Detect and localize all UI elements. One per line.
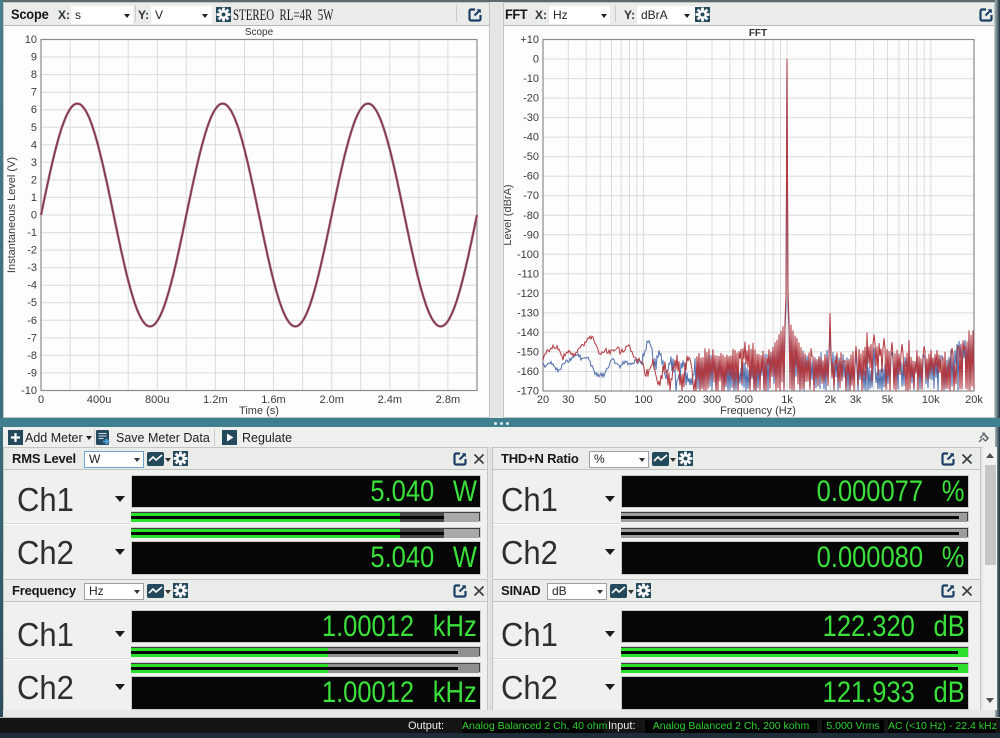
svg-text:-60: -60	[523, 171, 539, 183]
svg-text:-10: -10	[523, 73, 539, 85]
svg-text:-90: -90	[523, 229, 539, 241]
svg-text:0: 0	[38, 394, 44, 406]
svg-text:Instantaneous Level (V): Instantaneous Level (V)	[6, 157, 18, 273]
svg-text:-9: -9	[27, 367, 37, 379]
svg-text:6: 6	[31, 104, 37, 116]
svg-text:-40: -40	[523, 132, 539, 144]
svg-text:Level (dBrA): Level (dBrA)	[504, 184, 514, 245]
svg-text:3k: 3k	[850, 394, 862, 406]
svg-text:8: 8	[31, 69, 37, 81]
svg-text:30: 30	[562, 394, 574, 406]
svg-text:-5: -5	[27, 297, 37, 309]
svg-text:-1: -1	[27, 227, 37, 239]
svg-text:-4: -4	[27, 280, 37, 292]
svg-text:3: 3	[31, 157, 37, 169]
svg-text:-150: -150	[517, 346, 539, 358]
svg-text:2.8m: 2.8m	[436, 394, 460, 406]
svg-text:-3: -3	[27, 262, 37, 274]
svg-text:-2: -2	[27, 245, 37, 257]
svg-text:20: 20	[537, 394, 549, 406]
svg-text:-80: -80	[523, 210, 539, 222]
svg-text:Scope: Scope	[245, 27, 274, 38]
svg-text:4: 4	[31, 139, 37, 151]
svg-text:Frequency (Hz): Frequency (Hz)	[720, 405, 796, 417]
svg-text:2: 2	[31, 174, 37, 186]
svg-text:-110: -110	[518, 268, 539, 280]
svg-text:+10: +10	[520, 34, 539, 46]
svg-text:-120: -120	[517, 288, 539, 300]
svg-text:2k: 2k	[824, 394, 836, 406]
svg-text:-130: -130	[517, 307, 539, 319]
svg-text:10: 10	[25, 34, 37, 46]
svg-text:-100: -100	[517, 249, 539, 261]
svg-text:200: 200	[678, 394, 696, 406]
svg-text:-20: -20	[523, 93, 539, 105]
svg-text:2.4m: 2.4m	[378, 394, 402, 406]
svg-text:5k: 5k	[882, 394, 894, 406]
svg-text:50: 50	[594, 394, 606, 406]
svg-text:-6: -6	[27, 315, 37, 327]
svg-text:7: 7	[31, 87, 37, 99]
svg-text:0: 0	[31, 210, 37, 222]
svg-text:5: 5	[31, 122, 37, 134]
svg-text:0: 0	[533, 54, 539, 66]
svg-text:-10: -10	[21, 385, 37, 397]
svg-text:20k: 20k	[965, 394, 983, 406]
svg-text:1.2m: 1.2m	[203, 394, 227, 406]
svg-text:1: 1	[31, 192, 37, 204]
svg-text:100: 100	[634, 394, 652, 406]
svg-text:FFT: FFT	[749, 28, 767, 39]
svg-text:-30: -30	[523, 112, 539, 124]
svg-text:-50: -50	[523, 151, 539, 163]
svg-text:Time (s): Time (s)	[239, 405, 279, 417]
svg-text:-7: -7	[27, 332, 37, 344]
svg-text:9: 9	[31, 52, 37, 64]
svg-text:800u: 800u	[145, 394, 169, 406]
svg-text:-160: -160	[517, 366, 539, 378]
svg-text:10k: 10k	[922, 394, 940, 406]
svg-text:-70: -70	[523, 190, 539, 202]
svg-text:-140: -140	[517, 327, 539, 339]
svg-text:-8: -8	[27, 350, 37, 362]
svg-text:2.0m: 2.0m	[319, 394, 343, 406]
svg-text:-170: -170	[517, 386, 539, 398]
svg-text:300: 300	[703, 394, 721, 406]
svg-text:400u: 400u	[87, 394, 111, 406]
